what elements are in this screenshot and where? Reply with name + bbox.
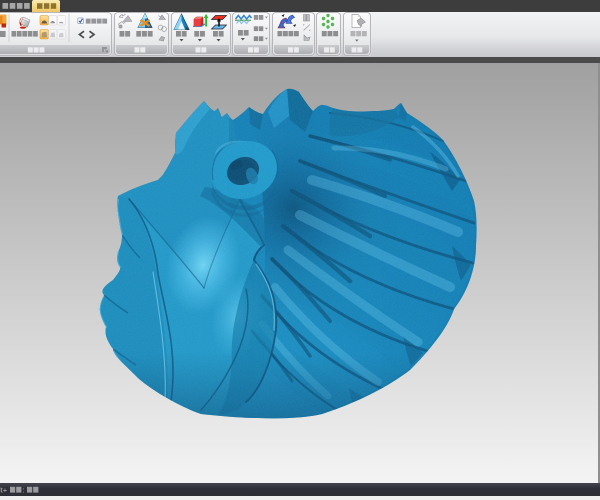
- svg-text:lt+: lt+: [0, 485, 8, 494]
- svg-text::: :: [23, 485, 25, 494]
